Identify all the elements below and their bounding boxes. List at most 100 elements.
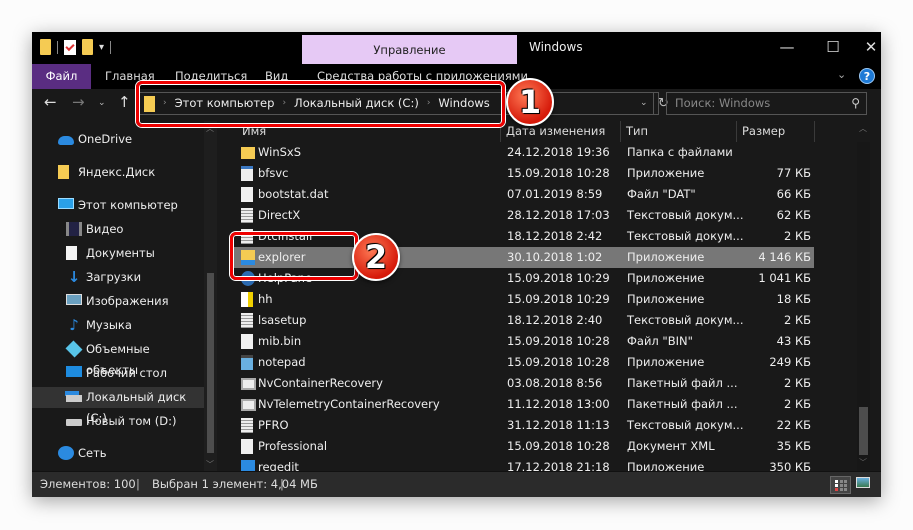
status-separator: | — [136, 477, 140, 491]
file-date: 15.09.2018 10:28 — [507, 166, 610, 180]
file-row[interactable]: hh 15.09.2018 10:29 Приложение 18 КБ — [231, 289, 814, 310]
scroll-up-icon[interactable]: ︿ — [859, 123, 867, 134]
pictures-icon — [66, 294, 82, 305]
expand-ribbon-icon[interactable]: ⌄ — [837, 68, 846, 81]
sidebar-item-label: Изображения — [86, 294, 169, 308]
navigation-pane: OneDrive Яндекс.Диск Этот компьютер Виде… — [32, 121, 217, 471]
help-icon[interactable]: ? — [859, 68, 875, 84]
file-type: Пакетный файл ... — [627, 397, 738, 411]
file-name: Professional — [258, 439, 328, 453]
minimize-button[interactable]: — — [764, 32, 810, 62]
yandex-disk-icon — [58, 165, 69, 179]
file-row[interactable]: NvTelemetryContainerRecovery 11.12.2018 1… — [231, 394, 814, 415]
sidebar-item-label: Новый том (D:) — [86, 414, 177, 428]
up-button[interactable]: ↑ — [118, 93, 131, 111]
file-row[interactable]: PFRO 31.12.2018 11:13 Текстовый докум... 22… — [231, 415, 814, 436]
file-date: 28.12.2018 17:03 — [507, 208, 610, 222]
sidebar-item-drive-d[interactable]: Новый том (D:) — [32, 411, 204, 432]
file-type: Текстовый докум... — [627, 418, 744, 432]
scrollbar-thumb[interactable] — [207, 273, 214, 453]
sidebar-item-3d-objects[interactable]: Объемные объекты — [32, 339, 204, 377]
file-type: Файл "BIN" — [627, 334, 693, 348]
scroll-down-icon[interactable]: ﹀ — [859, 457, 867, 468]
sidebar-item-label: Рабочий стол — [86, 366, 167, 380]
file-type: Приложение — [627, 250, 705, 264]
properties-icon[interactable] — [64, 39, 76, 55]
sidebar-item-video[interactable]: Видео — [32, 219, 204, 240]
file-size: 22 КБ — [776, 418, 811, 432]
file-row[interactable]: mib.bin 15.09.2018 10:28 Файл "BIN" 43 КБ — [231, 331, 814, 352]
sidebar-item-yandex-disk[interactable]: Яндекс.Диск — [32, 162, 204, 183]
search-icon[interactable]: ⚲ — [851, 96, 860, 110]
sidebar-item-pictures[interactable]: Изображения — [32, 291, 204, 312]
sidebar-item-desktop[interactable]: Рабочий стол — [32, 363, 204, 384]
desktop-icon — [66, 366, 82, 377]
back-button[interactable]: ← — [44, 93, 57, 111]
sidebar-item-this-pc[interactable]: Этот компьютер — [32, 195, 204, 216]
3d-objects-icon — [65, 340, 83, 358]
new-folder-icon[interactable] — [82, 39, 93, 55]
file-name: notepad — [258, 355, 306, 369]
sidebar-item-label: Загрузки — [86, 270, 142, 284]
sidebar-item-documents[interactable]: Документы — [32, 243, 204, 264]
scroll-down-icon[interactable]: ﹀ — [206, 459, 214, 470]
maximize-button[interactable]: ☐ — [810, 32, 856, 62]
recent-locations-button[interactable]: ⌄ — [98, 98, 106, 108]
file-date: 18.12.2018 2:42 — [507, 229, 603, 243]
sidebar-item-downloads[interactable]: ↓ Загрузки — [32, 267, 204, 288]
file-name: PFRO — [258, 418, 289, 432]
sidebar-item-label: OneDrive — [78, 132, 133, 146]
file-name: bootstat.dat — [258, 187, 329, 201]
file-row[interactable]: bootstat.dat 07.01.2019 8:59 Файл "DAT" 66 … — [231, 184, 814, 205]
sidebar-item-label: Документы — [86, 246, 155, 260]
sidebar-item-network[interactable]: Сеть — [32, 443, 204, 464]
file-row[interactable]: NvContainerRecovery 03.08.2018 8:56 Пакетн… — [231, 373, 814, 394]
downloads-icon: ↓ — [67, 268, 81, 286]
file-type: Текстовый докум... — [627, 208, 744, 222]
customize-toolbar-icon[interactable]: ▾ — [99, 42, 104, 53]
folder-icon — [241, 147, 255, 159]
sidebar-item-music[interactable]: ♪ Музыка — [32, 315, 204, 336]
large-icons-view-button[interactable] — [856, 477, 870, 488]
tab-file[interactable]: Файл — [32, 64, 91, 89]
file-row[interactable]: WinSxS 24.12.2018 19:36 Папка с файлами — [231, 142, 814, 163]
file-icon — [241, 187, 253, 202]
file-date: 31.12.2018 11:13 — [507, 418, 610, 432]
address-history-dropdown[interactable]: ⌄ — [640, 93, 648, 114]
sidebar-item-drive-c[interactable]: Локальный диск (C:) — [32, 387, 204, 425]
divider — [57, 40, 58, 54]
file-row[interactable]: notepad 15.09.2018 10:28 Приложение 249 КБ — [231, 352, 814, 373]
file-type: Пакетный файл ... — [627, 376, 738, 390]
file-size: 1 041 КБ — [758, 271, 811, 285]
selection-info: Выбран 1 элемент: 4,04 МБ — [152, 477, 318, 491]
item-count: Элементов: 100 — [40, 477, 136, 491]
sidebar-scrollbar[interactable]: ︿ ﹀ — [204, 121, 217, 471]
file-date: 24.12.2018 19:36 — [507, 145, 610, 159]
file-type: Текстовый докум... — [627, 229, 744, 243]
file-size: 2 КБ — [783, 397, 811, 411]
column-header-date[interactable]: Дата изменения — [501, 121, 621, 142]
file-size: 35 КБ — [776, 439, 811, 453]
sidebar-item-label: Видео — [86, 222, 124, 236]
sidebar-item-onedrive[interactable]: OneDrive — [32, 129, 204, 150]
details-view-button[interactable] — [830, 476, 851, 494]
close-button[interactable]: ✕ — [856, 32, 881, 62]
context-tab-manage[interactable]: Управление — [302, 35, 517, 64]
file-name: NvContainerRecovery — [258, 376, 383, 390]
file-list-scrollbar[interactable]: ︿ ﹀ — [857, 124, 870, 471]
file-row[interactable]: DirectX 28.12.2018 17:03 Текстовый докум..… — [231, 205, 814, 226]
file-date: 03.08.2018 8:56 — [507, 376, 603, 390]
file-name: DirectX — [258, 208, 301, 222]
column-header-size[interactable]: Размер — [737, 121, 815, 142]
drive-c-icon — [66, 395, 82, 402]
column-header-type[interactable]: Тип — [621, 121, 737, 142]
search-input[interactable]: Поиск: Windows ⚲ — [666, 92, 867, 115]
file-date: 11.12.2018 13:00 — [507, 397, 610, 411]
forward-button[interactable]: → — [72, 93, 85, 111]
file-row[interactable]: bfsvc 15.09.2018 10:28 Приложение 77 КБ — [231, 163, 814, 184]
file-type: Папка с файлами — [627, 145, 733, 159]
scrollbar-thumb[interactable] — [859, 407, 868, 455]
file-row[interactable]: Professional 15.09.2018 10:28 Документ XML… — [231, 436, 814, 457]
file-row[interactable]: lsasetup 18.12.2018 2:40 Текстовый докум..… — [231, 310, 814, 331]
file-name: lsasetup — [258, 313, 307, 327]
